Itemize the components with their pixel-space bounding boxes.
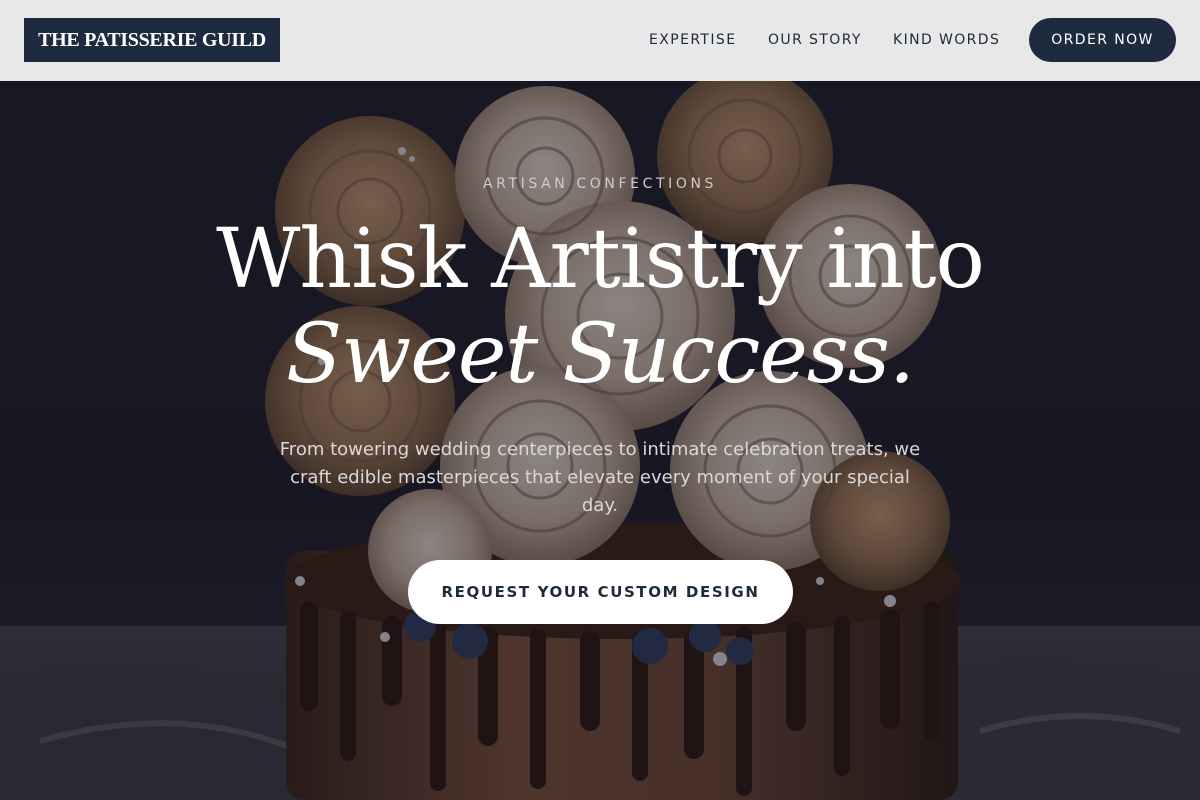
- order-now-button[interactable]: ORDER NOW: [1029, 18, 1176, 62]
- nav-link-kind-words[interactable]: KIND WORDS: [893, 29, 1000, 51]
- request-custom-design-button[interactable]: REQUEST YOUR CUSTOM DESIGN: [408, 560, 793, 624]
- hero-subtitle: From towering wedding centerpieces to in…: [279, 439, 921, 516]
- nav-link-our-story[interactable]: OUR STORY: [768, 29, 862, 51]
- hero-eyebrow: ARTISAN CONFECTIONS: [482, 176, 717, 192]
- hero-title-line-2: Sweet Success.: [285, 307, 915, 402]
- site-header: THE PATISSERIE GUILD EXPERTISE OUR STORY…: [0, 0, 1200, 81]
- site-logo[interactable]: THE PATISSERIE GUILD: [24, 18, 280, 62]
- nav-link-expertise[interactable]: EXPERTISE: [649, 29, 736, 51]
- hero-title-line-1: Whisk Artistry into: [216, 212, 985, 307]
